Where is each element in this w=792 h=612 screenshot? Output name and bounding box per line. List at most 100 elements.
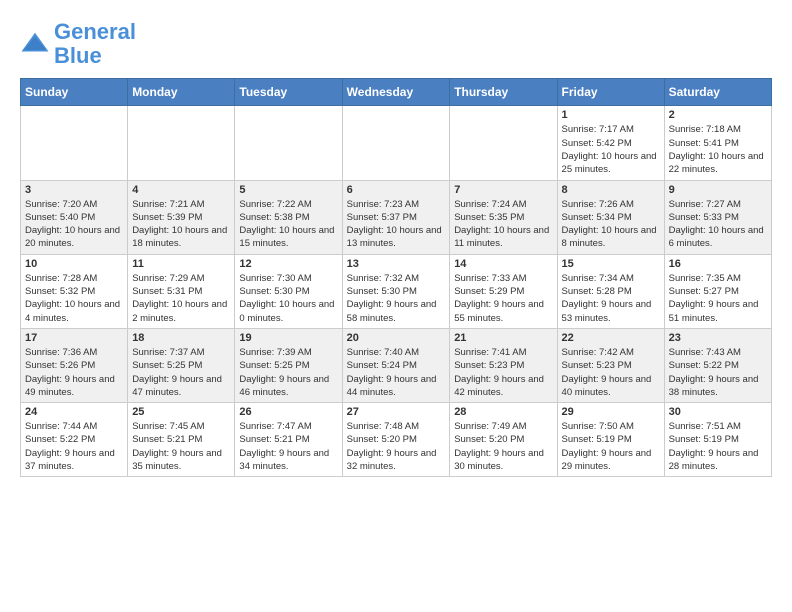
day-content: Sunrise: 7:30 AM Sunset: 5:30 PM Dayligh…: [239, 272, 337, 325]
day-number: 1: [562, 109, 660, 121]
logo-text: General Blue: [54, 20, 136, 68]
calendar-cell: 5 Sunrise: 7:22 AM Sunset: 5:38 PM Daylig…: [235, 180, 342, 254]
day-content: Sunrise: 7:17 AM Sunset: 5:42 PM Dayligh…: [562, 123, 660, 176]
day-content: Sunrise: 7:44 AM Sunset: 5:22 PM Dayligh…: [25, 420, 123, 473]
day-number: 7: [454, 184, 552, 196]
day-number: 17: [25, 332, 123, 344]
calendar-cell: 22 Sunrise: 7:42 AM Sunset: 5:23 PM Dayli…: [557, 328, 664, 402]
day-content: Sunrise: 7:20 AM Sunset: 5:40 PM Dayligh…: [25, 198, 123, 251]
logo: General Blue: [20, 20, 136, 68]
day-number: 28: [454, 406, 552, 418]
day-content: Sunrise: 7:29 AM Sunset: 5:31 PM Dayligh…: [132, 272, 230, 325]
day-number: 4: [132, 184, 230, 196]
calendar-cell: 26 Sunrise: 7:47 AM Sunset: 5:21 PM Dayli…: [235, 403, 342, 477]
calendar-day-header: Sunday: [21, 79, 128, 106]
day-content: Sunrise: 7:23 AM Sunset: 5:37 PM Dayligh…: [347, 198, 446, 251]
day-content: Sunrise: 7:28 AM Sunset: 5:32 PM Dayligh…: [25, 272, 123, 325]
calendar-table: SundayMondayTuesdayWednesdayThursdayFrid…: [20, 78, 772, 477]
day-content: Sunrise: 7:34 AM Sunset: 5:28 PM Dayligh…: [562, 272, 660, 325]
calendar-cell: 29 Sunrise: 7:50 AM Sunset: 5:19 PM Dayli…: [557, 403, 664, 477]
day-content: Sunrise: 7:36 AM Sunset: 5:26 PM Dayligh…: [25, 346, 123, 399]
day-content: Sunrise: 7:51 AM Sunset: 5:19 PM Dayligh…: [669, 420, 767, 473]
calendar-cell: 30 Sunrise: 7:51 AM Sunset: 5:19 PM Dayli…: [664, 403, 771, 477]
day-number: 30: [669, 406, 767, 418]
calendar-cell: 23Sunrise: 7:43 AM Sunset: 5:22 PM Dayli…: [664, 328, 771, 402]
day-number: 18: [132, 332, 230, 344]
calendar-cell: 20Sunrise: 7:40 AM Sunset: 5:24 PM Dayli…: [342, 328, 450, 402]
calendar-cell: 27Sunrise: 7:48 AM Sunset: 5:20 PM Dayli…: [342, 403, 450, 477]
day-number: 24: [25, 406, 123, 418]
calendar-cell: 8 Sunrise: 7:26 AM Sunset: 5:34 PM Daylig…: [557, 180, 664, 254]
calendar-cell: [21, 106, 128, 180]
day-content: Sunrise: 7:47 AM Sunset: 5:21 PM Dayligh…: [239, 420, 337, 473]
day-number: 11: [132, 258, 230, 270]
day-content: Sunrise: 7:18 AM Sunset: 5:41 PM Dayligh…: [669, 123, 767, 176]
calendar-header-row: SundayMondayTuesdayWednesdayThursdayFrid…: [21, 79, 772, 106]
calendar-day-header: Saturday: [664, 79, 771, 106]
day-number: 13: [347, 258, 446, 270]
day-number: 25: [132, 406, 230, 418]
calendar-cell: 10 Sunrise: 7:28 AM Sunset: 5:32 PM Dayli…: [21, 254, 128, 328]
calendar-cell: 12 Sunrise: 7:30 AM Sunset: 5:30 PM Dayli…: [235, 254, 342, 328]
calendar-day-header: Tuesday: [235, 79, 342, 106]
day-content: Sunrise: 7:33 AM Sunset: 5:29 PM Dayligh…: [454, 272, 552, 325]
day-content: Sunrise: 7:22 AM Sunset: 5:38 PM Dayligh…: [239, 198, 337, 251]
calendar-week-row: 24 Sunrise: 7:44 AM Sunset: 5:22 PM Dayli…: [21, 403, 772, 477]
calendar-day-header: Wednesday: [342, 79, 450, 106]
calendar-day-header: Friday: [557, 79, 664, 106]
calendar-week-row: 17 Sunrise: 7:36 AM Sunset: 5:26 PM Dayli…: [21, 328, 772, 402]
calendar-cell: 21 Sunrise: 7:41 AM Sunset: 5:23 PM Dayli…: [450, 328, 557, 402]
calendar-cell: 18Sunrise: 7:37 AM Sunset: 5:25 PM Dayli…: [128, 328, 235, 402]
day-number: 6: [347, 184, 446, 196]
page-header: General Blue: [20, 20, 772, 68]
day-content: Sunrise: 7:48 AM Sunset: 5:20 PM Dayligh…: [347, 420, 446, 473]
day-content: Sunrise: 7:24 AM Sunset: 5:35 PM Dayligh…: [454, 198, 552, 251]
calendar-cell: 24 Sunrise: 7:44 AM Sunset: 5:22 PM Dayli…: [21, 403, 128, 477]
logo-icon: [20, 29, 50, 59]
calendar-week-row: 10 Sunrise: 7:28 AM Sunset: 5:32 PM Dayli…: [21, 254, 772, 328]
day-number: 19: [239, 332, 337, 344]
day-number: 16: [669, 258, 767, 270]
calendar-cell: 14 Sunrise: 7:33 AM Sunset: 5:29 PM Dayli…: [450, 254, 557, 328]
day-content: Sunrise: 7:49 AM Sunset: 5:20 PM Dayligh…: [454, 420, 552, 473]
calendar-cell: 1 Sunrise: 7:17 AM Sunset: 5:42 PM Daylig…: [557, 106, 664, 180]
calendar-cell: 7 Sunrise: 7:24 AM Sunset: 5:35 PM Daylig…: [450, 180, 557, 254]
day-number: 12: [239, 258, 337, 270]
day-content: Sunrise: 7:32 AM Sunset: 5:30 PM Dayligh…: [347, 272, 446, 325]
day-number: 2: [669, 109, 767, 121]
day-number: 10: [25, 258, 123, 270]
calendar-cell: 28 Sunrise: 7:49 AM Sunset: 5:20 PM Dayli…: [450, 403, 557, 477]
day-content: Sunrise: 7:41 AM Sunset: 5:23 PM Dayligh…: [454, 346, 552, 399]
day-content: Sunrise: 7:50 AM Sunset: 5:19 PM Dayligh…: [562, 420, 660, 473]
day-content: Sunrise: 7:43 AM Sunset: 5:22 PM Dayligh…: [669, 346, 767, 399]
calendar-cell: 9Sunrise: 7:27 AM Sunset: 5:33 PM Daylig…: [664, 180, 771, 254]
calendar-cell: 3Sunrise: 7:20 AM Sunset: 5:40 PM Daylig…: [21, 180, 128, 254]
day-content: Sunrise: 7:26 AM Sunset: 5:34 PM Dayligh…: [562, 198, 660, 251]
calendar-cell: 6 Sunrise: 7:23 AM Sunset: 5:37 PM Daylig…: [342, 180, 450, 254]
day-content: Sunrise: 7:21 AM Sunset: 5:39 PM Dayligh…: [132, 198, 230, 251]
calendar-cell: 2 Sunrise: 7:18 AM Sunset: 5:41 PM Daylig…: [664, 106, 771, 180]
day-content: Sunrise: 7:39 AM Sunset: 5:25 PM Dayligh…: [239, 346, 337, 399]
calendar-cell: 4 Sunrise: 7:21 AM Sunset: 5:39 PM Daylig…: [128, 180, 235, 254]
calendar-day-header: Monday: [128, 79, 235, 106]
day-number: 21: [454, 332, 552, 344]
calendar-cell: [128, 106, 235, 180]
day-content: Sunrise: 7:45 AM Sunset: 5:21 PM Dayligh…: [132, 420, 230, 473]
day-content: Sunrise: 7:42 AM Sunset: 5:23 PM Dayligh…: [562, 346, 660, 399]
day-number: 8: [562, 184, 660, 196]
day-content: Sunrise: 7:40 AM Sunset: 5:24 PM Dayligh…: [347, 346, 446, 399]
calendar-cell: [342, 106, 450, 180]
calendar-week-row: 1 Sunrise: 7:17 AM Sunset: 5:42 PM Daylig…: [21, 106, 772, 180]
calendar-cell: 25 Sunrise: 7:45 AM Sunset: 5:21 PM Dayli…: [128, 403, 235, 477]
day-number: 26: [239, 406, 337, 418]
day-number: 22: [562, 332, 660, 344]
calendar-cell: 17 Sunrise: 7:36 AM Sunset: 5:26 PM Dayli…: [21, 328, 128, 402]
calendar-day-header: Thursday: [450, 79, 557, 106]
day-number: 14: [454, 258, 552, 270]
calendar-week-row: 3Sunrise: 7:20 AM Sunset: 5:40 PM Daylig…: [21, 180, 772, 254]
day-number: 15: [562, 258, 660, 270]
day-number: 29: [562, 406, 660, 418]
day-number: 5: [239, 184, 337, 196]
calendar-cell: 13 Sunrise: 7:32 AM Sunset: 5:30 PM Dayli…: [342, 254, 450, 328]
day-number: 9: [669, 184, 767, 196]
